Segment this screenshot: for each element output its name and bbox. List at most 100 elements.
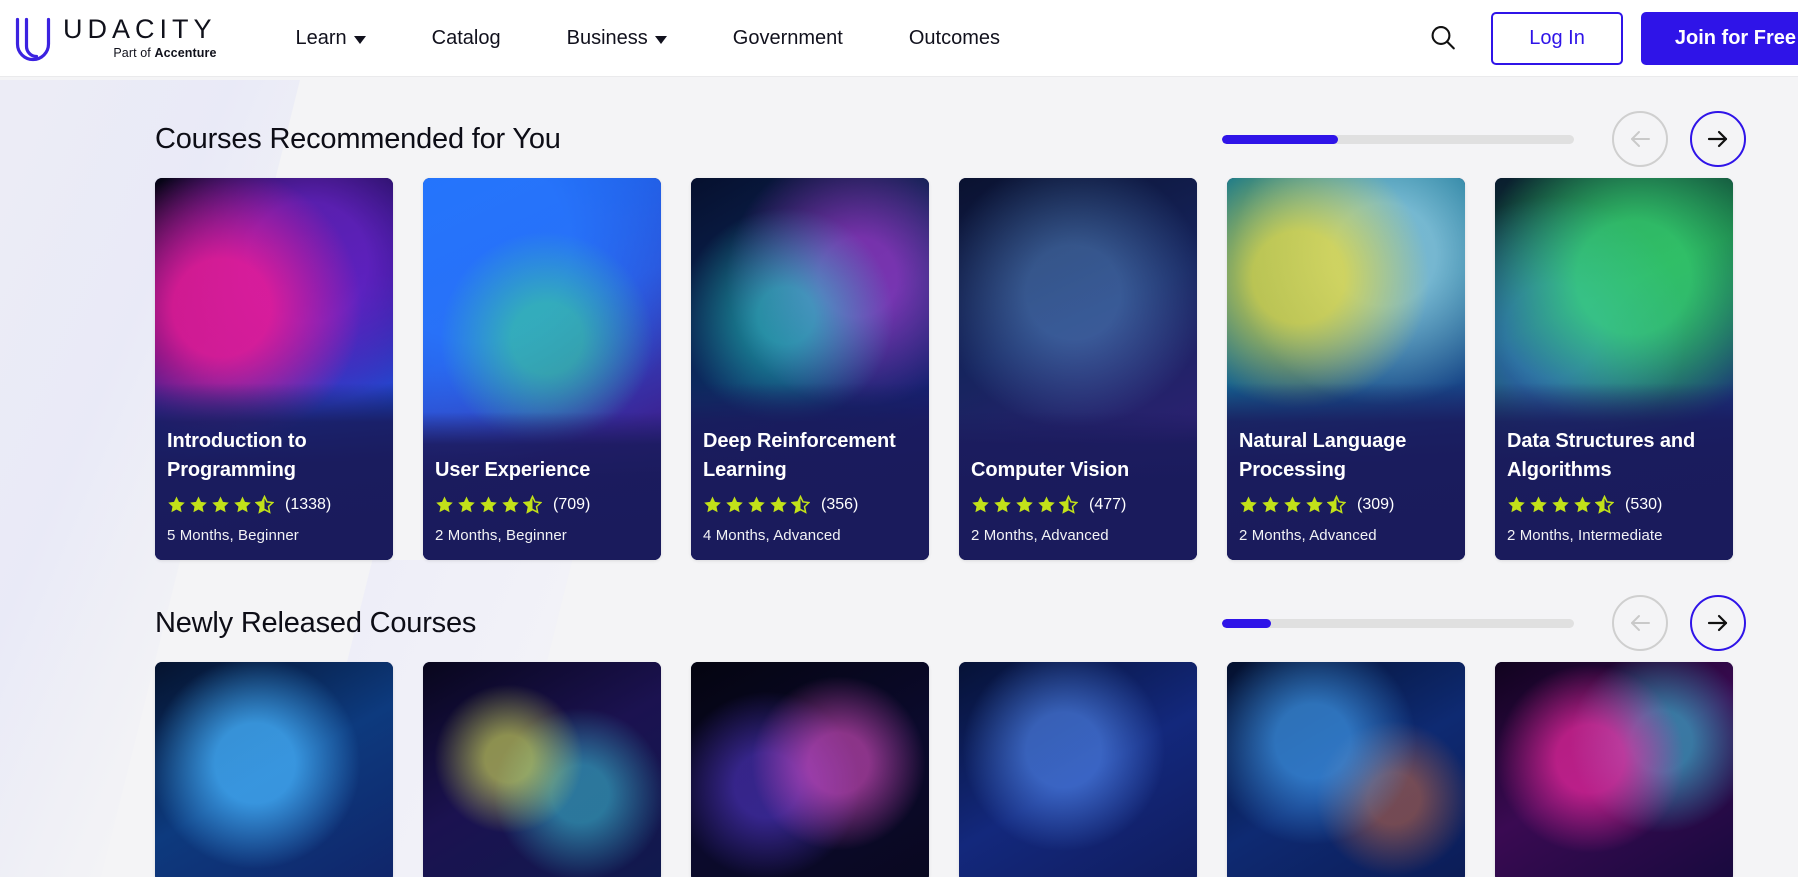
course-card[interactable]: [959, 662, 1197, 877]
star-half-icon: [1059, 495, 1078, 514]
header-actions: Log In Join for Free: [1417, 12, 1798, 65]
arrow-right-icon: [1705, 613, 1731, 633]
course-card[interactable]: Data Structures and Algorithms(530)2 Mon…: [1495, 178, 1733, 560]
course-card[interactable]: [691, 662, 929, 877]
course-card-row-newly-released: [0, 662, 1798, 877]
course-card-rating: (477): [971, 495, 1185, 514]
search-button[interactable]: [1417, 12, 1469, 64]
carousel-scrollbar-newly-released[interactable]: [1222, 619, 1574, 628]
carousel-next-button-recommended[interactable]: [1690, 111, 1746, 167]
carousel-controls-recommended: [1222, 111, 1798, 167]
course-card-row-recommended: Introduction to Programming (1338) 5 Month…: [0, 178, 1798, 560]
star-full-icon: [457, 495, 476, 514]
section-title-newly-released: Newly Released Courses: [155, 607, 476, 640]
star-rating: [1239, 495, 1346, 514]
course-card-rating: (1338): [167, 495, 381, 514]
course-card-image: [959, 662, 1197, 877]
nav-item-catalog[interactable]: Catalog: [399, 27, 534, 50]
course-card-image: [155, 662, 393, 877]
nav-item-outcomes[interactable]: Outcomes: [876, 27, 1033, 50]
page-title: Courses Recommended for You: [155, 123, 561, 156]
nav-item-business[interactable]: Business: [534, 27, 700, 50]
course-card[interactable]: Introduction to Programming (1338) 5 Month…: [155, 178, 393, 560]
nav-label-catalog: Catalog: [432, 27, 501, 50]
star-full-icon: [211, 495, 230, 514]
carousel-prev-button-newly-released[interactable]: [1612, 595, 1668, 651]
carousel-scrollbar-recommended[interactable]: [1222, 135, 1574, 144]
carousel-controls-newly-released: [1222, 595, 1798, 651]
star-rating: [971, 495, 1078, 514]
star-full-icon: [435, 495, 454, 514]
course-card-body: User Experience(709)2 Months, Beginner: [423, 412, 661, 560]
nav-label-government: Government: [733, 27, 843, 50]
course-card-rating: (356): [703, 495, 917, 514]
chevron-down-icon: [655, 36, 667, 44]
join-for-free-button[interactable]: Join for Free: [1641, 12, 1798, 65]
course-card-rating: (530): [1507, 495, 1721, 514]
carousel-scrollbar-fill: [1222, 619, 1271, 628]
star-rating: [167, 495, 274, 514]
course-card-review-count: (356): [821, 496, 858, 514]
star-full-icon: [167, 495, 186, 514]
course-card-meta: 5 Months, Beginner: [167, 527, 381, 544]
course-card-title: Deep Reinforcement Learning: [703, 427, 917, 484]
carousel-prev-button-recommended[interactable]: [1612, 111, 1668, 167]
star-half-icon: [255, 495, 274, 514]
course-card[interactable]: Deep Reinforcement Learning (356) 4 Months…: [691, 178, 929, 560]
star-half-icon: [523, 495, 542, 514]
udacity-u-logo-icon: [14, 16, 52, 62]
course-card[interactable]: [423, 662, 661, 877]
course-card[interactable]: [1227, 662, 1465, 877]
site-header: UDACITY Part of Accenture Learn Catalog …: [0, 0, 1798, 76]
carousel-arrows-newly-released: [1612, 595, 1798, 651]
course-card-meta: 2 Months, Beginner: [435, 527, 649, 544]
star-full-icon: [479, 495, 498, 514]
nav-label-learn: Learn: [296, 27, 347, 50]
section-recommended: Courses Recommended for You: [0, 100, 1798, 560]
star-full-icon: [993, 495, 1012, 514]
course-card-meta: 4 Months, Advanced: [703, 527, 917, 544]
course-card[interactable]: User Experience(709)2 Months, Beginner: [423, 178, 661, 560]
section-header-recommended: Courses Recommended for You: [0, 100, 1798, 178]
nav-item-government[interactable]: Government: [700, 27, 876, 50]
page-content: Courses Recommended for You: [0, 100, 1798, 877]
star-full-icon: [1573, 495, 1592, 514]
course-card-body: Data Structures and Algorithms(530)2 Mon…: [1495, 383, 1733, 560]
nav-item-learn[interactable]: Learn: [263, 27, 399, 50]
course-card-image: [691, 662, 929, 877]
star-full-icon: [725, 495, 744, 514]
star-full-icon: [1283, 495, 1302, 514]
course-card-title: Computer Vision: [971, 456, 1185, 484]
star-full-icon: [971, 495, 990, 514]
carousel-scrollbar-fill: [1222, 135, 1338, 144]
course-card[interactable]: Natural Language Processing(309)2 Months…: [1227, 178, 1465, 560]
course-card-title: Introduction to Programming: [167, 427, 381, 484]
course-card-review-count: (309): [1357, 496, 1394, 514]
star-half-icon: [1327, 495, 1346, 514]
arrow-left-icon: [1627, 129, 1653, 149]
star-half-icon: [1595, 495, 1614, 514]
course-card[interactable]: [155, 662, 393, 877]
carousel-next-button-newly-released[interactable]: [1690, 595, 1746, 651]
search-icon: [1428, 23, 1458, 53]
logo-sub-prefix: Part of: [113, 46, 154, 60]
star-full-icon: [1507, 495, 1526, 514]
page-root: UDACITY Part of Accenture Learn Catalog …: [0, 0, 1798, 877]
star-full-icon: [1305, 495, 1324, 514]
course-card-image: [1227, 662, 1465, 877]
star-full-icon: [747, 495, 766, 514]
star-full-icon: [1551, 495, 1570, 514]
course-card-rating: (709): [435, 495, 649, 514]
course-card-body: Natural Language Processing(309)2 Months…: [1227, 383, 1465, 560]
log-in-button[interactable]: Log In: [1491, 12, 1623, 65]
arrow-right-icon: [1705, 129, 1731, 149]
course-card[interactable]: Computer Vision(477)2 Months, Advanced: [959, 178, 1197, 560]
star-full-icon: [769, 495, 788, 514]
star-full-icon: [1015, 495, 1034, 514]
course-card[interactable]: [1495, 662, 1733, 877]
course-card-image: [423, 662, 661, 877]
udacity-logo[interactable]: UDACITY Part of Accenture: [14, 14, 217, 62]
nav-label-outcomes: Outcomes: [909, 27, 1000, 50]
star-full-icon: [1529, 495, 1548, 514]
section-header-newly-released: Newly Released Courses: [0, 584, 1798, 662]
